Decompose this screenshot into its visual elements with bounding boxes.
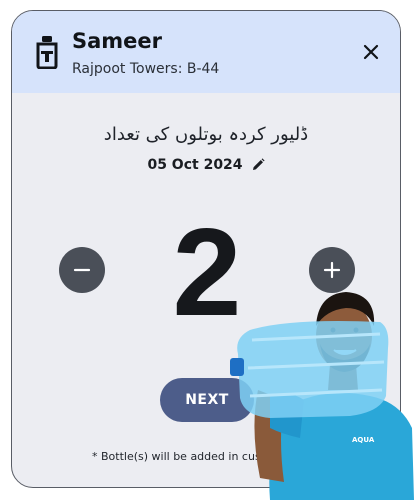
delivery-date[interactable]: 05 Oct 2024 xyxy=(147,157,242,173)
close-button[interactable] xyxy=(358,39,384,65)
delivery-man-illustration: AQUA xyxy=(230,292,414,500)
close-icon xyxy=(363,44,379,60)
water-bottle-icon xyxy=(36,36,58,69)
shirt-logo-text: AQUA xyxy=(352,436,375,444)
customer-name: Sameer xyxy=(72,29,163,53)
pencil-icon[interactable] xyxy=(251,158,265,172)
customer-header: Sameer Rajpoot Towers: B-44 xyxy=(12,11,400,93)
plus-icon xyxy=(323,261,341,279)
water-jug-shape xyxy=(230,321,389,418)
delivery-date-row[interactable]: 05 Oct 2024 xyxy=(12,157,400,173)
minus-icon xyxy=(73,268,91,272)
customer-address: Rajpoot Towers: B-44 xyxy=(72,61,220,77)
decrement-button[interactable] xyxy=(59,247,105,293)
delivered-bottles-label: ڈلیور کردہ بوتلوں کی تعداد xyxy=(103,124,309,145)
jug-cap xyxy=(230,358,244,376)
